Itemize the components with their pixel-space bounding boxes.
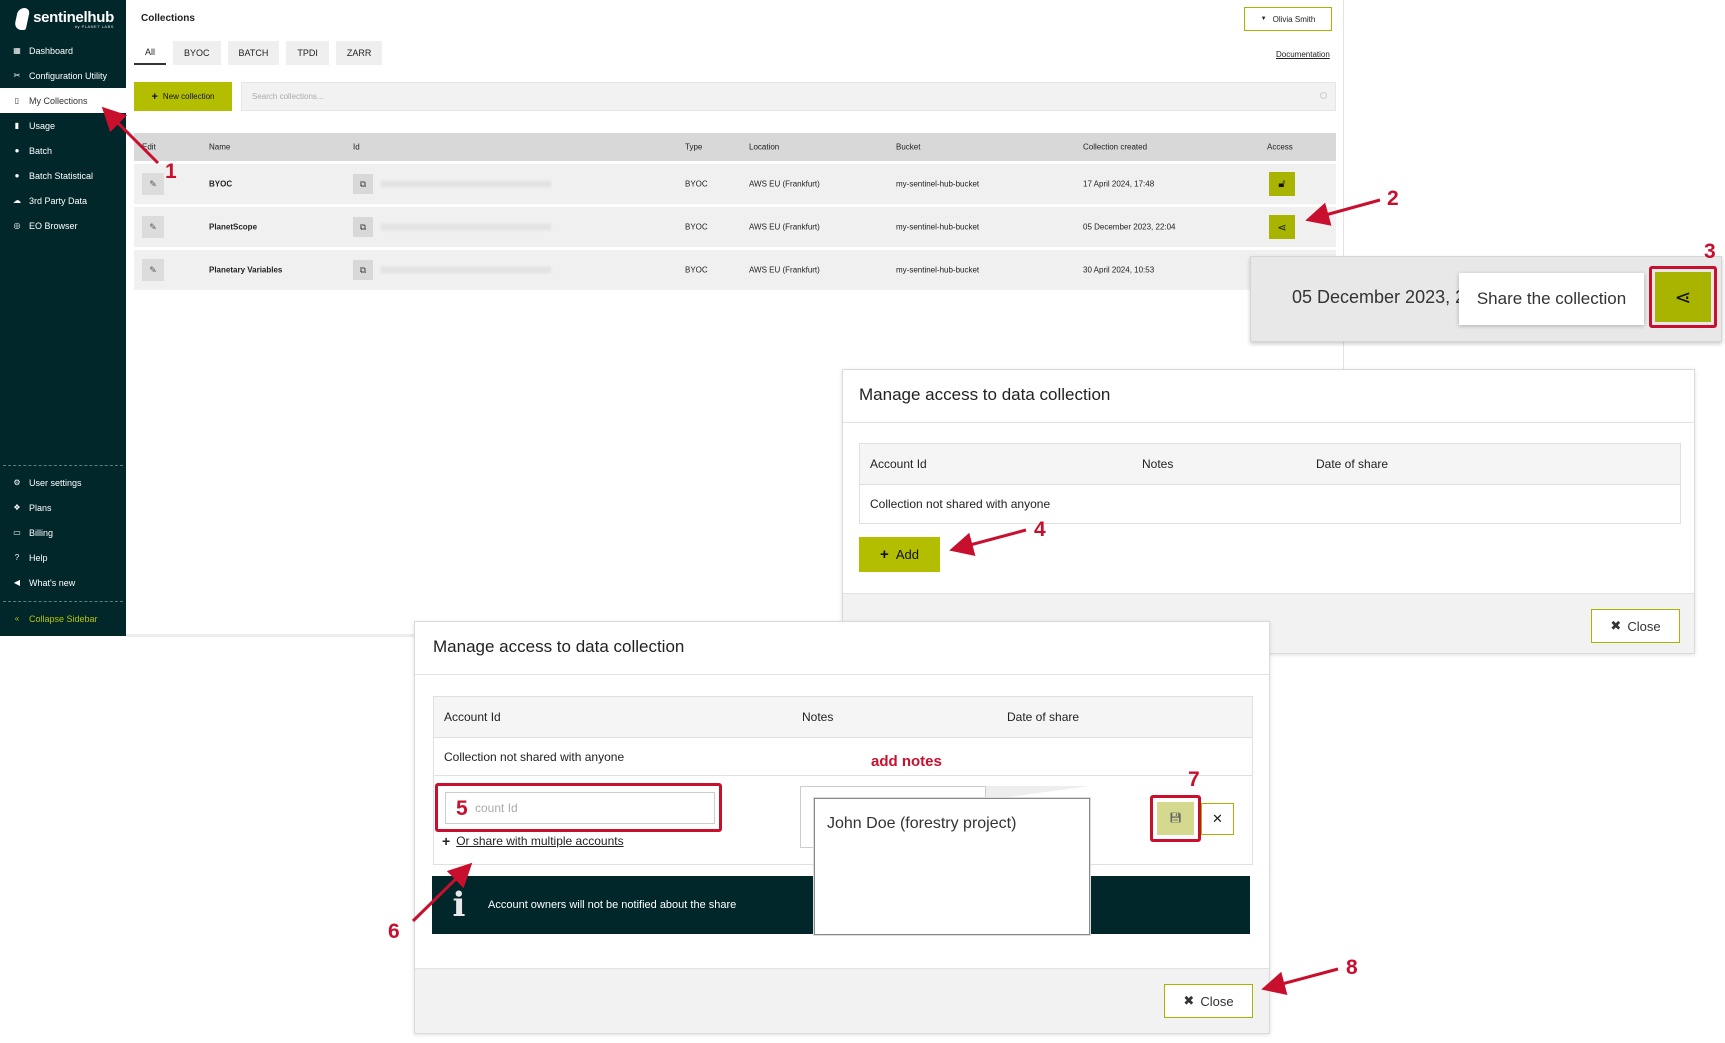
annotation-2: 2 bbox=[1387, 187, 1399, 210]
annotation-8: 8 bbox=[1346, 956, 1358, 979]
arrow-6 bbox=[411, 862, 473, 923]
annotation-add-notes: add notes bbox=[871, 753, 942, 770]
annotation-3: 3 bbox=[1704, 240, 1716, 263]
annotation-1: 1 bbox=[165, 160, 177, 183]
annotation-7: 7 bbox=[1188, 768, 1200, 791]
arrow-8 bbox=[1261, 967, 1339, 995]
arrow-1 bbox=[101, 106, 160, 165]
arrow-2 bbox=[1305, 198, 1381, 226]
annotation-5: 5 bbox=[456, 797, 468, 820]
annotation-4: 4 bbox=[1034, 518, 1046, 541]
annotation-6: 6 bbox=[388, 920, 400, 943]
arrow-4 bbox=[949, 528, 1027, 556]
annotation-arrows bbox=[101, 106, 1381, 995]
